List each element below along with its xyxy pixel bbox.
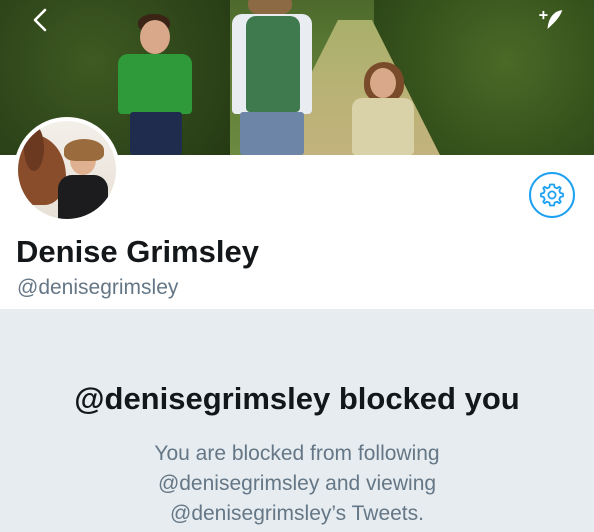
blocked-notice-panel: @denisegrimsley blocked you You are bloc… bbox=[0, 309, 594, 532]
blocked-description-line: @denisegrimsley’s Tweets. bbox=[170, 502, 424, 525]
blocked-description: You are blocked from following @denisegr… bbox=[0, 439, 594, 529]
profile-handle: @denisegrimsley bbox=[17, 276, 179, 299]
banner-person-boy bbox=[112, 14, 202, 155]
banner-person-woman bbox=[212, 0, 332, 155]
gear-icon bbox=[540, 183, 564, 207]
compose-tweet-icon bbox=[539, 10, 563, 30]
blocked-description-line: You are blocked from following bbox=[154, 442, 440, 465]
blocked-description-line: @denisegrimsley and viewing bbox=[157, 472, 437, 495]
blocked-title: @denisegrimsley blocked you bbox=[74, 381, 520, 416]
profile-name: Denise Grimsley bbox=[16, 234, 259, 269]
avatar-photo bbox=[18, 121, 116, 219]
profile-settings-button[interactable] bbox=[529, 172, 575, 218]
chevron-left-icon bbox=[33, 8, 47, 32]
profile-avatar[interactable] bbox=[14, 117, 120, 223]
back-button[interactable] bbox=[26, 6, 54, 34]
banner-person-girl bbox=[340, 62, 430, 155]
compose-tweet-button[interactable] bbox=[536, 6, 564, 34]
